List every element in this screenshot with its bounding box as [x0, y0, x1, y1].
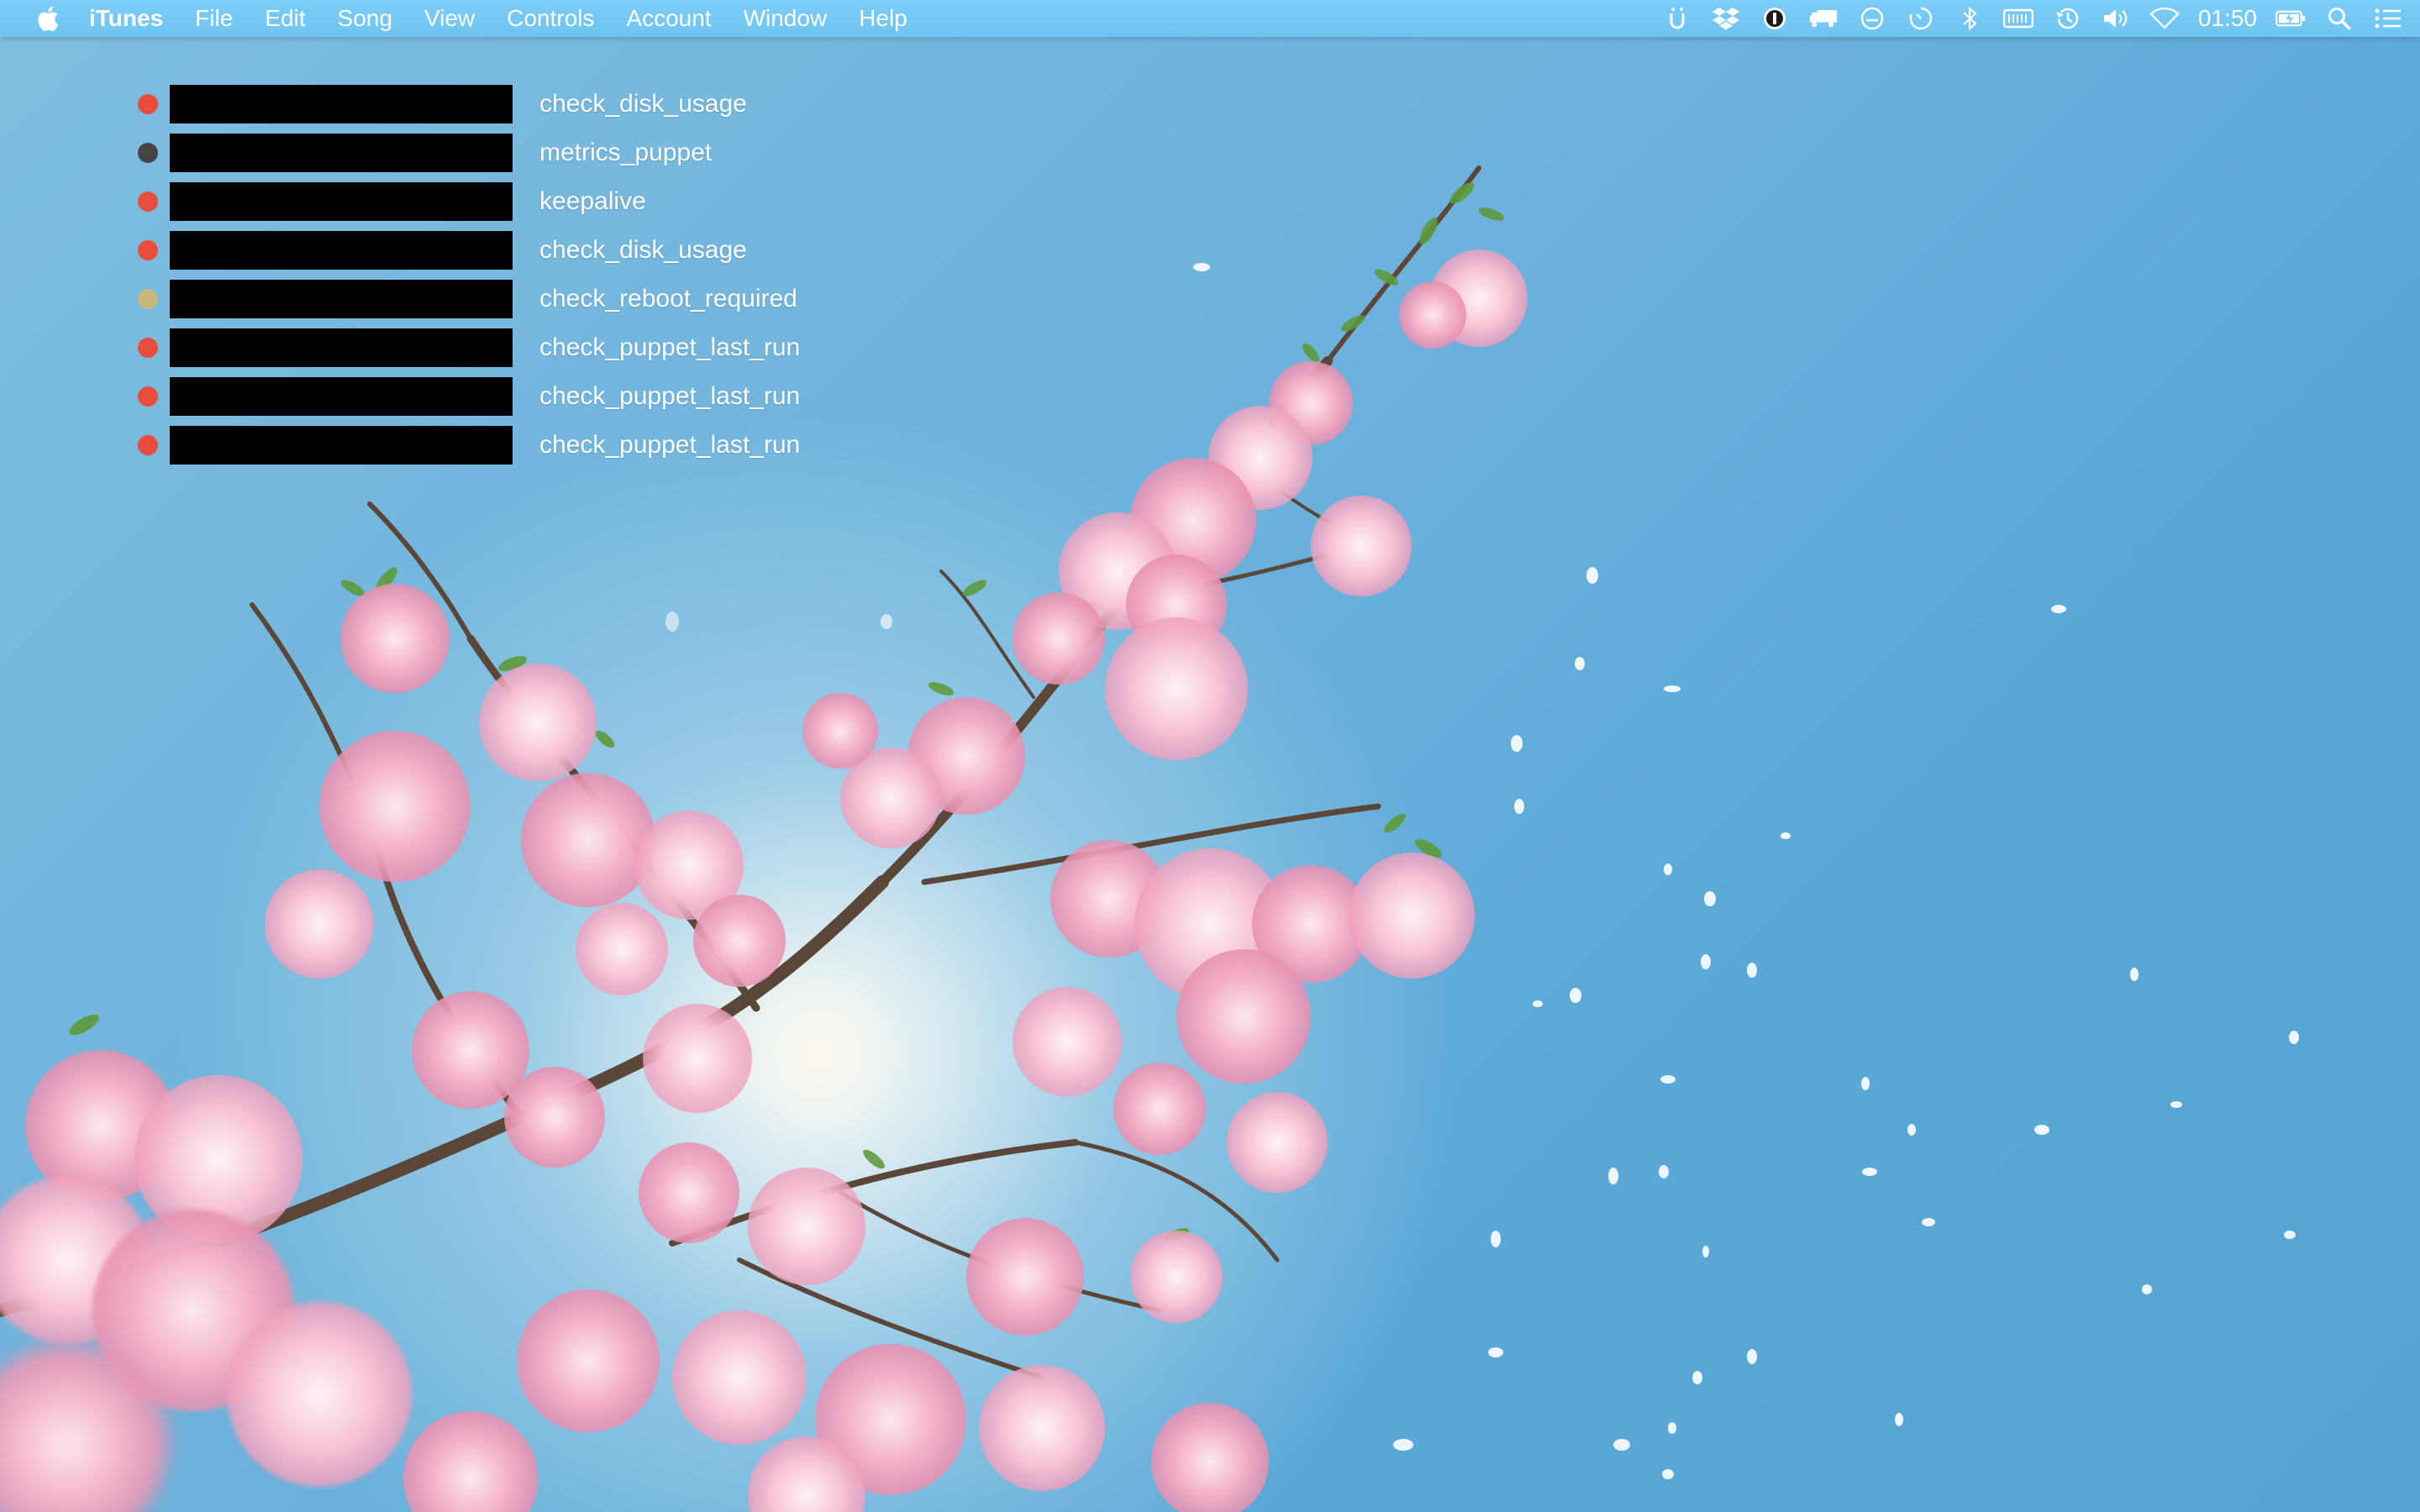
menu-account[interactable]: Account: [626, 0, 711, 37]
gauge-icon[interactable]: [1857, 3, 1887, 34]
dropbox-icon[interactable]: [1711, 3, 1741, 34]
redacted-hostname: [170, 231, 513, 270]
redacted-hostname: [170, 328, 513, 367]
redacted-hostname: [170, 134, 513, 172]
bluetooth-icon[interactable]: [1954, 3, 1985, 34]
transmit-truck-icon[interactable]: [1808, 3, 1839, 34]
menu-bar-left: iTunes File Edit Song View Controls Acco…: [0, 0, 939, 37]
status-dot: [138, 289, 158, 309]
status-dot: [138, 94, 158, 114]
menu-help[interactable]: Help: [859, 0, 908, 37]
status-dot: [138, 435, 158, 455]
check-name: check_disk_usage: [539, 90, 747, 118]
status-dot: [138, 240, 158, 260]
check-row: check_disk_usage: [138, 226, 894, 275]
menu-view[interactable]: View: [424, 0, 475, 37]
check-status-widget: check_disk_usage metrics_puppet keepaliv…: [138, 80, 894, 470]
onepassword-icon[interactable]: [1760, 3, 1790, 34]
status-dot: [138, 192, 158, 212]
desktop: iTunes File Edit Song View Controls Acco…: [0, 0, 2420, 1512]
status-dot: [138, 143, 158, 163]
check-row: keepalive: [138, 177, 894, 226]
redacted-hostname: [170, 426, 513, 465]
menu-window[interactable]: Window: [744, 0, 828, 37]
notification-center-icon[interactable]: [2373, 3, 2403, 34]
menu-song[interactable]: Song: [338, 0, 392, 37]
menu-bar-status-area: 01:50: [1644, 0, 2403, 37]
menu-bar: iTunes File Edit Song View Controls Acco…: [0, 0, 2420, 37]
timer-icon[interactable]: [1906, 3, 1936, 34]
check-row: check_disk_usage: [138, 80, 894, 129]
check-name: check_reboot_required: [539, 285, 797, 312]
menu-file[interactable]: File: [195, 0, 233, 37]
menu-app-name[interactable]: iTunes: [89, 0, 163, 37]
status-dot: [138, 338, 158, 358]
redacted-hostname: [170, 182, 513, 221]
time-machine-icon[interactable]: [2052, 3, 2082, 34]
redacted-hostname: [170, 377, 513, 416]
redacted-hostname: [170, 280, 513, 318]
check-row: check_puppet_last_run: [138, 421, 894, 470]
wifi-icon[interactable]: [2149, 3, 2180, 34]
menu-bar-clock[interactable]: 01:50: [2198, 0, 2257, 37]
check-name: keepalive: [539, 187, 646, 215]
check-row: check_puppet_last_run: [138, 372, 894, 421]
check-row: metrics_puppet: [138, 129, 894, 177]
check-name: metrics_puppet: [539, 139, 713, 166]
volume-icon[interactable]: [2101, 3, 2131, 34]
apple-logo-icon[interactable]: [34, 3, 62, 34]
status-dot: [138, 386, 158, 407]
check-name: check_puppet_last_run: [539, 431, 801, 459]
battery-icon[interactable]: [2275, 3, 2306, 34]
check-name: check_puppet_last_run: [539, 333, 801, 361]
ubersicht-icon[interactable]: [1662, 3, 1692, 34]
check-row: check_puppet_last_run: [138, 323, 894, 372]
menu-controls[interactable]: Controls: [507, 0, 594, 37]
check-name: check_puppet_last_run: [539, 382, 801, 410]
keyboard-icon[interactable]: [2002, 3, 2033, 34]
menu-edit[interactable]: Edit: [265, 0, 305, 37]
spotlight-icon[interactable]: [2324, 3, 2354, 34]
falling-petals: [666, 263, 2299, 1479]
check-name: check_disk_usage: [539, 236, 747, 264]
check-row: check_reboot_required: [138, 275, 894, 323]
redacted-hostname: [170, 85, 513, 123]
